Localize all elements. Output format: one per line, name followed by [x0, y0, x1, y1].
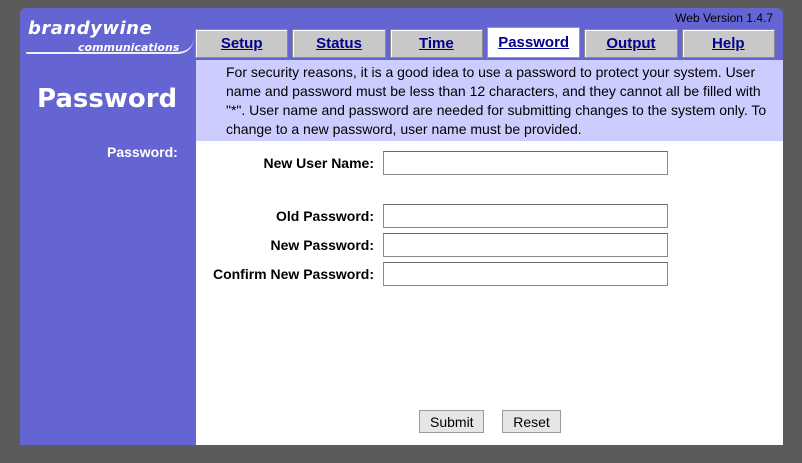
- reset-button[interactable]: Reset: [502, 410, 561, 433]
- tab-password[interactable]: Password: [486, 27, 581, 58]
- new-user-name-label: New User Name:: [263, 155, 375, 171]
- new-user-name-row: New User Name:: [196, 151, 783, 175]
- confirm-password-input[interactable]: [383, 262, 668, 286]
- new-user-name-input[interactable]: [383, 151, 668, 175]
- new-password-input[interactable]: [383, 233, 668, 257]
- logo-line1: brandywine: [28, 18, 153, 39]
- brandywine-logo: brandywine communications: [26, 16, 196, 60]
- tab-setup[interactable]: Setup: [195, 29, 289, 58]
- logo-line2: communications: [78, 41, 180, 54]
- confirm-password-label: Confirm New Password:: [212, 266, 374, 282]
- old-password-row: Old Password:: [196, 204, 783, 228]
- tab-output[interactable]: Output: [584, 29, 678, 58]
- new-password-row: New Password:: [196, 233, 783, 257]
- page-title: Password: [37, 84, 178, 114]
- tab-time[interactable]: Time: [389, 29, 483, 58]
- password-form: New User Name: Old Password: New Passwor…: [196, 141, 783, 445]
- new-password-label: New Password:: [270, 237, 374, 253]
- confirm-password-row: Confirm New Password:: [196, 262, 783, 286]
- submit-button[interactable]: Submit: [419, 410, 484, 433]
- version-text: Web Version 1.4.7: [675, 11, 773, 25]
- info-text: For security reasons, it is a good idea …: [196, 60, 783, 141]
- tab-status[interactable]: Status: [292, 29, 386, 58]
- main-frame: brandywine communications Web Version 1.…: [20, 8, 783, 445]
- tab-help[interactable]: Help: [681, 29, 775, 58]
- sidebar-label: Password:: [107, 144, 178, 160]
- tab-bar: Setup Status Time Password Output Help: [195, 27, 775, 58]
- old-password-label: Old Password:: [275, 208, 374, 224]
- old-password-input[interactable]: [383, 204, 668, 228]
